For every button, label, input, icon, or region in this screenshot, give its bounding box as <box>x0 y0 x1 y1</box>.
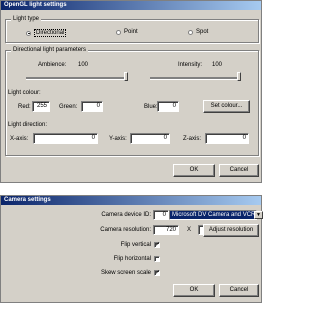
radio-spot-label: Spot <box>196 29 209 35</box>
flip-horizontal-checkbox[interactable] <box>154 256 160 262</box>
radio-dot-spot[interactable] <box>188 29 193 35</box>
window-title: OpenGL light settings <box>1 1 261 10</box>
radio-spot[interactable]: Spot <box>188 29 208 35</box>
blue-label: Blue: <box>144 104 158 110</box>
camera-ok-button[interactable]: OK <box>173 284 215 297</box>
radio-point[interactable]: Point <box>116 29 138 35</box>
radio-directional-label: Directional <box>34 29 67 37</box>
z-axis-field[interactable]: 0 <box>205 133 249 144</box>
intensity-label: Intensity: <box>178 62 203 68</box>
y-axis-field[interactable]: 0 <box>130 133 170 144</box>
device-id-field[interactable]: 0 <box>153 210 169 220</box>
radio-directional[interactable]: Directional <box>26 29 67 37</box>
blue-field[interactable]: 0 <box>157 101 179 112</box>
camera-settings-window: Camera settings Camera device ID: 0 Micr… <box>0 195 263 303</box>
set-colour-button[interactable]: Set colour... <box>203 100 250 113</box>
ambience-value: 100 <box>78 62 89 68</box>
radio-dot-point[interactable] <box>116 29 121 35</box>
y-axis-label: Y-axis: <box>109 136 127 142</box>
camera-window-title: Camera settings <box>1 196 261 205</box>
adjust-resolution-button[interactable]: Adjust resolution <box>203 224 259 237</box>
opengl-ok-button[interactable]: OK <box>173 164 215 177</box>
red-field[interactable]: 255 <box>32 101 50 112</box>
x-axis-field[interactable]: 0 <box>33 133 98 144</box>
resolution-label: Camera resolution: <box>100 227 151 233</box>
chevron-down-icon[interactable]: ▼ <box>254 211 263 219</box>
intensity-value: 100 <box>212 62 223 68</box>
flip-vertical-label: Flip vertical <box>120 242 151 248</box>
resolution-width-field[interactable]: 720 <box>153 225 179 235</box>
green-label: Green: <box>59 104 78 110</box>
directional-params-group: Directional light parameters Ambience: 1… <box>5 47 259 156</box>
checkmark-icon: ✓ <box>155 270 161 276</box>
resolution-x-label: X <box>187 227 192 233</box>
opengl-light-settings-window: OpenGL light settings Light type Directi… <box>0 0 262 183</box>
x-axis-label: X-axis: <box>10 136 29 142</box>
device-id-label: Camera device ID: <box>101 212 151 218</box>
light-type-group: Light type Directional Point Spot <box>5 16 259 43</box>
skew-screen-scale-label: Skew screen scale <box>100 270 151 276</box>
checkmark-icon: ✓ <box>155 242 161 248</box>
light-direction-label: Light direction: <box>8 122 48 128</box>
flip-vertical-checkbox[interactable]: ✓ <box>154 242 160 248</box>
directional-params-legend: Directional light parameters <box>11 47 89 54</box>
radio-dot-directional[interactable] <box>26 30 31 36</box>
light-colour-label: Light colour: <box>8 90 41 96</box>
camera-device-select[interactable]: Microsoft DV Camera and VCR <box>169 210 257 220</box>
z-axis-label: Z-axis: <box>183 136 201 142</box>
opengl-cancel-button[interactable]: Cancel <box>219 164 259 177</box>
intensity-slider-thumb[interactable] <box>237 72 241 81</box>
ambience-slider-track[interactable] <box>26 77 128 80</box>
skew-screen-scale-checkbox[interactable]: ✓ <box>154 270 160 276</box>
intensity-slider-track[interactable] <box>150 77 240 80</box>
red-label: Red: <box>18 104 31 110</box>
light-type-legend: Light type <box>11 16 42 23</box>
radio-point-label: Point <box>124 29 138 35</box>
ambience-slider-thumb[interactable] <box>124 72 128 81</box>
flip-horizontal-label: Flip horizontal <box>113 256 151 262</box>
ambience-label: Ambience: <box>38 62 67 68</box>
camera-cancel-button[interactable]: Cancel <box>219 284 259 297</box>
green-field[interactable]: 0 <box>81 101 103 112</box>
